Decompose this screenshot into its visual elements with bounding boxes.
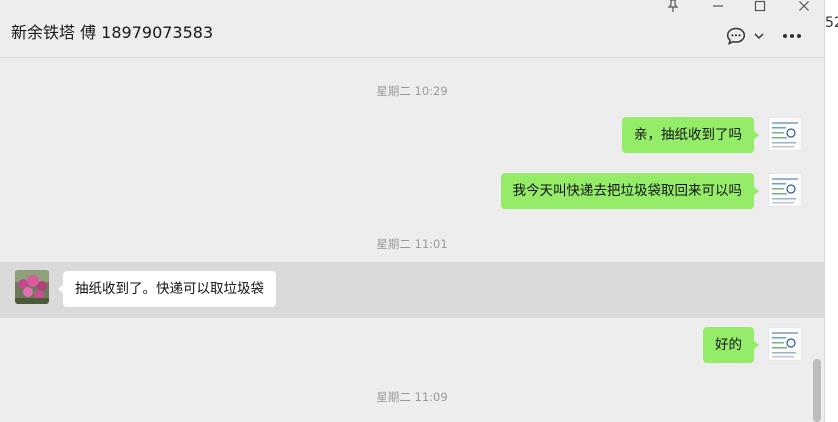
- message-bubble[interactable]: 抽纸收到了。快递可以取垃圾袋: [58, 271, 276, 307]
- maximize-icon[interactable]: [745, 0, 775, 14]
- side-panel-text: 52: [825, 15, 838, 31]
- close-icon[interactable]: [789, 0, 819, 14]
- chat-bubble-icon[interactable]: [725, 25, 747, 47]
- message-row: 抽纸收到了。快递可以取垃圾袋: [0, 262, 824, 318]
- chat-window: 新余铁塔 傅 18979073583 星期二 10:29 亲，抽纸收到了吗 我今…: [0, 0, 824, 422]
- timestamp: 星期二 10:29: [376, 84, 448, 98]
- chat-title: 新余铁塔 傅 18979073583: [11, 23, 214, 42]
- message-bubble[interactable]: 亲，抽纸收到了吗: [622, 117, 759, 153]
- message-list[interactable]: 星期二 10:29 亲，抽纸收到了吗 我今天叫快递去把垃圾袋取回来可以吗 星期二…: [0, 59, 824, 422]
- chevron-down-icon[interactable]: [752, 25, 766, 47]
- side-panel: [824, 0, 838, 422]
- more-icon[interactable]: [781, 25, 803, 47]
- my-avatar[interactable]: [768, 117, 802, 151]
- timestamp: 星期二 11:09: [376, 390, 448, 404]
- message-row: 亲，抽纸收到了吗: [0, 115, 824, 155]
- message-bubble[interactable]: 我今天叫快递去把垃圾袋取回来可以吗: [500, 173, 759, 209]
- scrollbar[interactable]: [813, 359, 821, 422]
- message-row: 好的: [0, 325, 824, 365]
- contact-avatar[interactable]: [15, 270, 49, 304]
- chat-header: 新余铁塔 傅 18979073583: [0, 0, 824, 58]
- my-avatar[interactable]: [768, 327, 802, 361]
- my-avatar[interactable]: [768, 173, 802, 207]
- timestamp: 星期二 11:01: [376, 237, 448, 251]
- minimize-icon[interactable]: [703, 0, 733, 14]
- pin-icon[interactable]: [658, 0, 688, 14]
- message-row: 我今天叫快递去把垃圾袋取回来可以吗: [0, 171, 824, 211]
- message-bubble[interactable]: 好的: [703, 327, 759, 363]
